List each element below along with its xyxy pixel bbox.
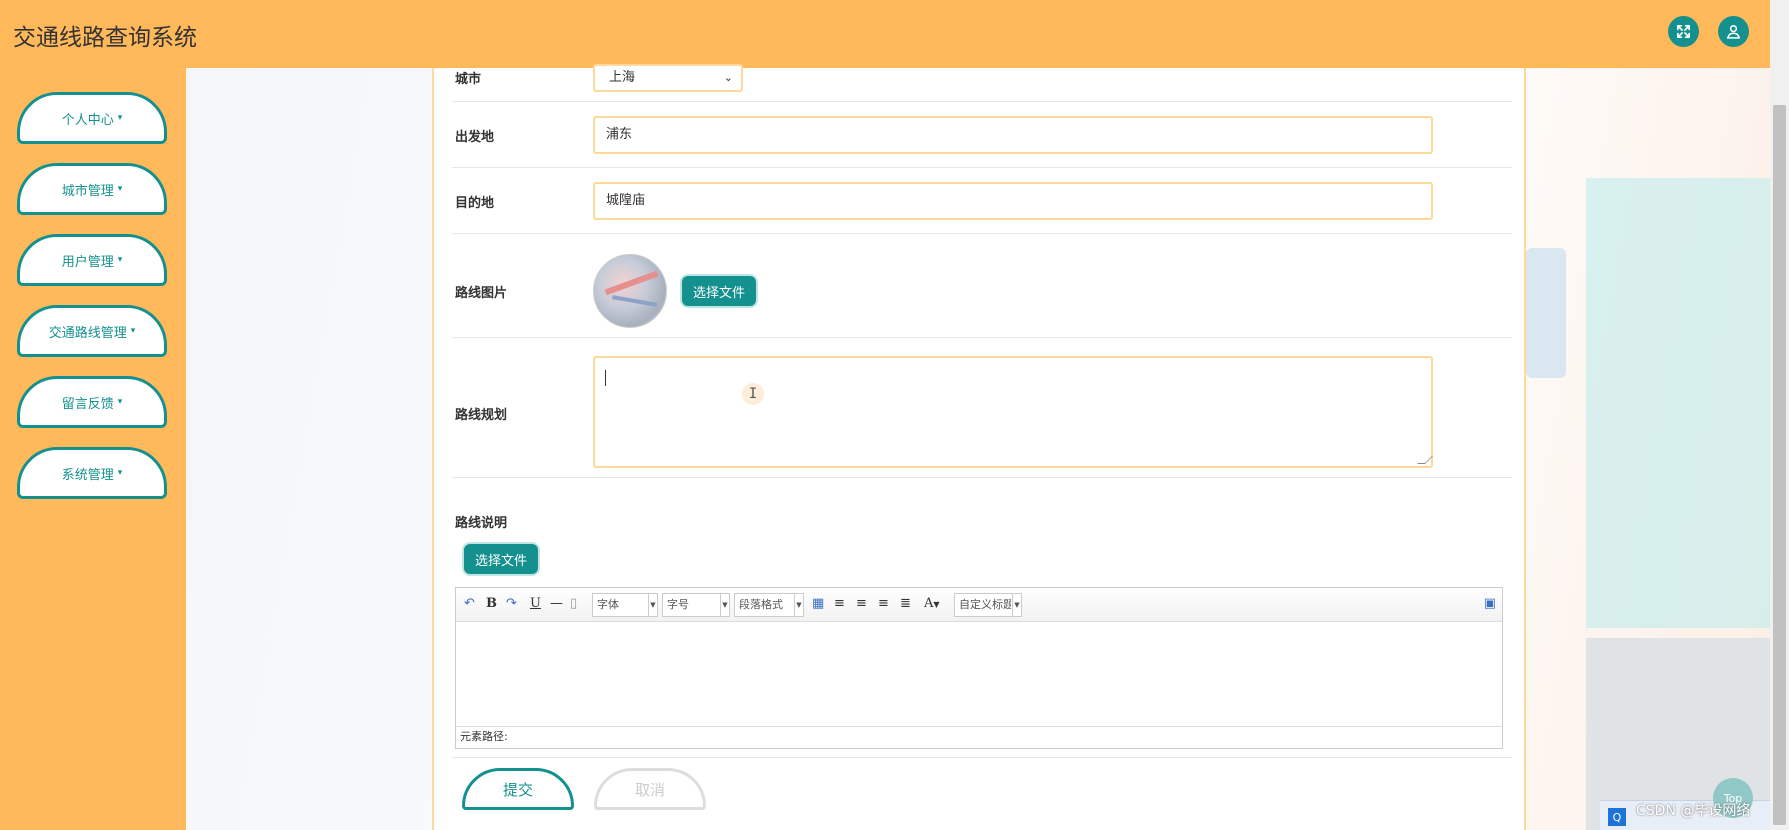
bold-icon[interactable]: B — [486, 596, 497, 611]
background-decoration — [1586, 178, 1770, 628]
underline-icon[interactable]: U — [530, 596, 541, 611]
editor-content-area[interactable] — [456, 622, 1502, 726]
route-image-choose-file-button[interactable]: 选择文件 — [682, 276, 756, 306]
sidebar-item-label: 个人中心 — [61, 112, 114, 128]
custom-title-select[interactable]: 自定义标题 ▼ — [954, 593, 1022, 617]
sidebar-item-user-management[interactable]: 用户管理 ▾ — [17, 234, 167, 286]
user-icon — [1726, 25, 1741, 39]
sidebar-item-system-management[interactable]: 系统管理 ▾ — [17, 447, 167, 499]
dropdown-arrow-icon: ▼ — [933, 600, 940, 609]
font-size-select[interactable]: 字号 ▼ — [662, 593, 730, 617]
route-image-thumbnail — [593, 254, 667, 328]
form-row-route-plan: 路线规划 I — [452, 338, 1512, 478]
route-plan-label: 路线规划 — [455, 408, 508, 423]
city-select[interactable]: 上海 ⌄ — [593, 64, 743, 92]
cancel-button[interactable]: 取消 — [594, 768, 706, 810]
route-description-label: 路线说明 — [455, 516, 508, 531]
rich-text-editor: ↶ B ↷ U — ▯ 字体 ▼ 字号 ▼ 段落格式 ▼ ▦ ≡ ≡ ≡ ≣ A… — [455, 587, 1503, 749]
user-button[interactable] — [1718, 16, 1749, 47]
align-left-icon[interactable]: ≡ — [834, 596, 845, 611]
sidebar-item-label: 交通路线管理 — [48, 325, 127, 341]
chevron-down-icon: ⌄ — [723, 71, 733, 84]
sidebar-item-label: 留言反馈 — [61, 396, 114, 412]
route-plan-textarea[interactable]: I — [593, 356, 1433, 468]
caret-down-icon: ▾ — [117, 113, 123, 123]
align-justify-icon[interactable]: ≣ — [900, 596, 911, 611]
horizontal-rule-icon[interactable]: — — [550, 596, 563, 611]
caret-down-icon: ▾ — [130, 326, 136, 336]
sidebar-item-label: 城市管理 — [61, 183, 114, 199]
element-path-bar: 元素路径: — [456, 726, 1502, 748]
form-row-route-description: 路线说明 选择文件 ↶ B ↷ U — ▯ 字体 ▼ 字号 ▼ 段落格式 ▼ ▦ — [452, 478, 1512, 758]
top-header: 交通线路查询系统 — [0, 0, 1770, 68]
text-color-glyph: A — [924, 596, 934, 611]
text-cursor-icon: I — [742, 383, 764, 405]
route-form-card: 城市 上海 ⌄ 出发地 浦东 目的地 城隍庙 路线图片 选择文件 路线规划 I … — [432, 64, 1526, 830]
route-description-choose-file-button[interactable]: 选择文件 — [464, 544, 538, 574]
scrollbar-thumb[interactable] — [1773, 105, 1786, 825]
font-family-select[interactable]: 字体 ▼ — [592, 593, 658, 617]
origin-input[interactable]: 浦东 — [593, 116, 1433, 154]
dropdown-arrow-icon: ▼ — [720, 594, 729, 616]
sidebar-item-route-management[interactable]: 交通路线管理 ▾ — [17, 305, 167, 357]
caret-down-icon: ▾ — [117, 255, 123, 265]
paragraph-format-select[interactable]: 段落格式 ▼ — [734, 593, 804, 617]
destination-label: 目的地 — [455, 196, 495, 211]
table-icon[interactable]: ▦ — [812, 596, 824, 611]
align-right-icon[interactable]: ≡ — [856, 596, 867, 611]
city-label: 城市 — [455, 72, 482, 87]
origin-label: 出发地 — [455, 130, 495, 145]
sidebar-item-label: 用户管理 — [61, 254, 114, 270]
watermark: CSDN @毕设网络 — [1636, 803, 1751, 819]
city-select-value: 上海 — [609, 70, 636, 85]
text-color-icon[interactable]: A▼ — [924, 596, 940, 611]
page-scrollbar[interactable] — [1770, 0, 1789, 830]
align-center-icon[interactable]: ≡ — [878, 596, 889, 611]
resize-handle[interactable] — [1417, 456, 1433, 464]
editor-toolbar: ↶ B ↷ U — ▯ 字体 ▼ 字号 ▼ 段落格式 ▼ ▦ ≡ ≡ ≡ ≣ A… — [456, 588, 1502, 622]
font-size-value: 字号 — [667, 598, 689, 611]
redo-icon[interactable]: ↷ — [506, 596, 517, 611]
dropdown-arrow-icon: ▼ — [648, 594, 657, 616]
expand-icon — [1676, 24, 1691, 39]
clear-format-icon[interactable]: ▯ — [570, 596, 577, 611]
dropdown-arrow-icon: ▼ — [1012, 594, 1021, 616]
sidebar: 个人中心 ▾ 城市管理 ▾ 用户管理 ▾ 交通路线管理 ▾ 留言反馈 ▾ 系统管理 ▾ — [0, 68, 186, 830]
app-q-icon[interactable]: Q — [1608, 808, 1626, 826]
sidebar-item-personal-center[interactable]: 个人中心 ▾ — [17, 92, 167, 144]
dropdown-arrow-icon: ▼ — [794, 594, 803, 616]
form-row-destination: 目的地 城隍庙 — [452, 168, 1512, 234]
submit-button[interactable]: 提交 — [462, 768, 574, 810]
custom-title-value: 自定义标题 — [959, 598, 1011, 611]
caret-down-icon: ▾ — [117, 184, 123, 194]
text-caret — [605, 370, 606, 386]
font-family-value: 字体 — [597, 598, 619, 611]
fullscreen-editor-icon[interactable]: ▣ — [1484, 596, 1496, 611]
undo-icon[interactable]: ↶ — [464, 596, 475, 611]
destination-input[interactable]: 城隍庙 — [593, 182, 1433, 220]
caret-down-icon: ▾ — [117, 397, 123, 407]
route-image-label: 路线图片 — [455, 286, 508, 301]
form-row-city: 城市 上海 ⌄ — [452, 64, 1512, 102]
fullscreen-button[interactable] — [1668, 16, 1699, 47]
form-row-route-image: 路线图片 选择文件 — [452, 234, 1512, 338]
form-row-origin: 出发地 浦东 — [452, 102, 1512, 168]
background-decoration — [1526, 248, 1566, 378]
app-title: 交通线路查询系统 — [13, 25, 197, 51]
caret-down-icon: ▾ — [117, 468, 123, 478]
sidebar-item-label: 系统管理 — [61, 467, 114, 483]
sidebar-item-feedback[interactable]: 留言反馈 ▾ — [17, 376, 167, 428]
sidebar-item-city-management[interactable]: 城市管理 ▾ — [17, 163, 167, 215]
paragraph-format-value: 段落格式 — [739, 598, 783, 611]
